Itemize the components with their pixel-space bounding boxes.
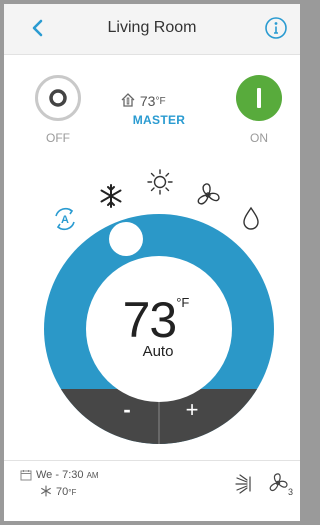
schedule-time[interactable]: We - 7:30 AM (36, 469, 99, 481)
schedule-time-text: We - 7:30 (36, 469, 84, 481)
current-setpoint: 73°F (4, 291, 300, 351)
schedule-temp-unit: °F (68, 488, 77, 497)
fan-speed-value: 3 (288, 487, 293, 497)
setpoint-unit: °F (176, 295, 190, 310)
current-mode-label: Auto (142, 343, 174, 360)
schedule-ampm: AM (86, 471, 99, 480)
decrease-temp-button[interactable]: - (115, 397, 139, 423)
increase-temp-button[interactable]: + (180, 397, 204, 423)
setpoint-value: 73 (122, 292, 178, 348)
swing-icon[interactable] (232, 473, 254, 495)
schedule-cool-icon (41, 485, 51, 497)
dial-handle[interactable] (109, 222, 143, 256)
temperature-dial[interactable] (4, 4, 300, 521)
app-screen: Living Room OFF 73°F MASTER ON A 73°F Au… (4, 4, 300, 521)
fan-speed-icon[interactable]: 3 (266, 471, 294, 497)
schedule-temp-value: 70 (56, 486, 69, 498)
footer-bar: We - 7:30 AM 70°F 3 (4, 460, 300, 521)
schedule-temp: 70°F (56, 486, 76, 498)
schedule-icon (20, 470, 32, 481)
